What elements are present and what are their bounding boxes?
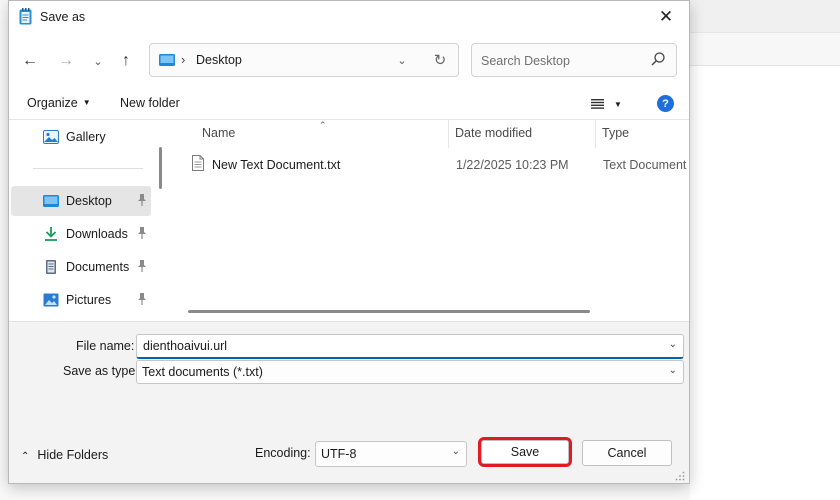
pin-icon <box>138 293 146 305</box>
column-divider[interactable] <box>595 120 596 148</box>
refresh-icon[interactable]: ↻ <box>430 50 450 70</box>
search-input[interactable] <box>481 53 631 69</box>
dialog-title: Save as <box>40 10 86 24</box>
forward-button[interactable]: → <box>53 48 79 74</box>
gallery-icon <box>43 130 59 144</box>
save-as-type-value: Text documents (*.txt) <box>142 365 263 379</box>
column-header-type[interactable]: Type <box>602 126 629 140</box>
navigation-bar: ← → ⌄ ↑ › Desktop ⌄ ↻ <box>9 35 689 87</box>
encoding-select[interactable]: UTF-8 ⌄ <box>315 441 467 467</box>
navigation-pane: Gallery Desktop Downloads Documents Pict… <box>9 120 162 320</box>
cancel-button[interactable]: Cancel <box>582 440 672 466</box>
file-type-cell: Text Document <box>603 158 687 172</box>
sidebar-item-label: Desktop <box>66 194 112 208</box>
close-button[interactable]: ✕ <box>643 1 689 33</box>
horizontal-scrollbar-thumb[interactable] <box>188 310 590 313</box>
sidebar-divider <box>33 168 143 169</box>
sidebar-item-label: Gallery <box>66 130 106 144</box>
column-divider[interactable] <box>448 120 449 148</box>
save-as-type-label: Save as type: <box>63 364 139 378</box>
downloads-icon <box>45 227 57 241</box>
desktop-icon <box>43 195 59 207</box>
back-button[interactable]: ← <box>17 48 43 74</box>
pin-icon <box>138 194 146 206</box>
sort-ascending-icon: ⌃ <box>319 120 327 130</box>
arrow-left-icon: ← <box>22 52 38 69</box>
notepad-icon <box>19 8 32 25</box>
file-name-label: File name: <box>76 339 135 353</box>
desktop-icon <box>159 54 175 66</box>
file-list: ⌃ Name Date modified Type New Text Docum… <box>172 120 689 320</box>
sidebar-item-label: Documents <box>66 260 130 274</box>
horizontal-scrollbar[interactable] <box>172 304 689 318</box>
help-icon: ? <box>662 97 669 110</box>
file-date-cell: 1/22/2025 10:23 PM <box>456 158 569 172</box>
sidebar-item-gallery[interactable]: Gallery <box>11 122 151 152</box>
search-box[interactable] <box>471 43 677 77</box>
breadcrumb-separator: › <box>181 52 186 67</box>
file-name-combobox[interactable]: ⌄ <box>136 334 684 359</box>
chevron-down-icon: ⌄ <box>451 446 460 457</box>
resize-grip-icon[interactable] <box>675 471 685 481</box>
close-icon: ✕ <box>658 7 674 26</box>
file-name-input[interactable] <box>143 338 643 354</box>
arrow-right-icon: → <box>58 52 74 69</box>
pictures-icon <box>43 293 59 307</box>
file-name-cell: New Text Document.txt <box>212 158 341 172</box>
sidebar-item-label: Downloads <box>66 227 128 241</box>
sidebar-item-documents[interactable]: Documents <box>11 252 151 282</box>
documents-icon <box>46 260 56 274</box>
save-button[interactable]: Save <box>478 437 572 467</box>
change-view-button[interactable]: ▼ <box>591 94 629 114</box>
column-header-name[interactable]: Name <box>202 126 235 140</box>
arrow-up-icon: ↑ <box>122 52 130 69</box>
sidebar-item-downloads[interactable]: Downloads <box>11 219 151 249</box>
chevron-down-icon[interactable]: ⌄ <box>669 339 677 350</box>
caret-down-icon: ▼ <box>82 98 91 107</box>
organize-button[interactable]: Organize ▼ <box>27 96 91 110</box>
chevron-down-icon: ⌄ <box>93 55 103 68</box>
text-file-icon <box>192 155 204 171</box>
table-row[interactable]: New Text Document.txt 1/22/2025 10:23 PM… <box>172 152 689 178</box>
hide-folders-label: Hide Folders <box>37 448 109 462</box>
background-menubar <box>690 33 840 66</box>
organize-label: Organize <box>27 96 78 110</box>
sidebar-item-desktop[interactable]: Desktop <box>11 186 151 216</box>
address-bar[interactable]: › Desktop ⌄ ↻ <box>149 43 459 77</box>
sidebar-item-pictures[interactable]: Pictures <box>11 285 151 315</box>
background-toolbar <box>690 0 840 33</box>
new-folder-button[interactable]: New folder <box>120 96 180 110</box>
help-button[interactable]: ? <box>657 95 674 112</box>
save-as-type-select[interactable]: Text documents (*.txt) ⌄ <box>136 360 684 384</box>
encoding-value: UTF-8 <box>321 447 357 461</box>
breadcrumb-desktop[interactable]: Desktop <box>196 53 242 67</box>
view-list-icon <box>591 99 604 109</box>
column-header-date-modified[interactable]: Date modified <box>455 126 532 140</box>
encoding-label: Encoding: <box>255 446 311 460</box>
recent-locations-button[interactable]: ⌄ <box>85 48 111 74</box>
address-history-chevron-icon[interactable]: ⌄ <box>394 51 410 69</box>
background-document-area <box>690 66 840 500</box>
search-icon <box>651 52 665 66</box>
sidebar-item-label: Pictures <box>66 293 112 307</box>
save-as-dialog: Save as ✕ ← → ⌄ ↑ › Desktop ⌄ ↻ Search D… <box>8 0 690 484</box>
pin-icon <box>138 227 146 239</box>
command-bar: Organize ▼ New folder ▼ ? <box>9 89 689 120</box>
chevron-up-icon: ⌃ <box>21 451 30 462</box>
pin-icon <box>138 260 146 272</box>
sidebar-scrollbar[interactable] <box>159 147 162 189</box>
view-caret-down-icon: ▼ <box>614 99 622 109</box>
chevron-down-icon: ⌄ <box>668 365 677 376</box>
dialog-titlebar: Save as ✕ <box>9 1 689 33</box>
hide-folders-button[interactable]: ⌃ Hide Folders <box>21 448 108 462</box>
up-folder-button[interactable]: ↑ <box>113 48 139 74</box>
save-form: File name: ⌄ Save as type: Text document… <box>9 321 689 483</box>
